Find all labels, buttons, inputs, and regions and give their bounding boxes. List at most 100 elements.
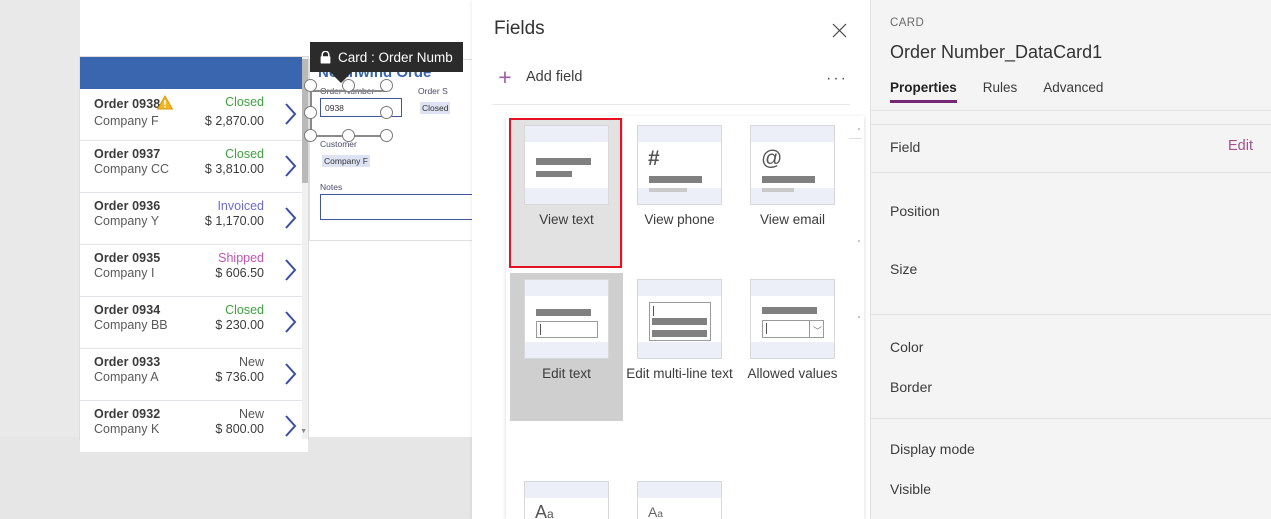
control-option-font-a[interactable]: Aa: [510, 475, 623, 519]
control-option-view-text[interactable]: View text: [510, 119, 623, 267]
app-preview-frame: Order 0938 Closed Company F $ 2,870.00 Order…: [80, 57, 308, 453]
border-label: Border: [890, 379, 933, 395]
resize-handle-s[interactable]: [342, 129, 355, 142]
properties-panel: CARD Order Number_DataCard1 Properties R…: [870, 0, 1271, 519]
hash-icon: #: [637, 125, 722, 205]
gallery-item[interactable]: Order 0938 Closed Company F $ 2,870.00: [80, 89, 308, 141]
control-name: Order Number_DataCard1: [890, 42, 1103, 62]
font-size-icon-a: Aa: [524, 481, 609, 519]
field-input-notes[interactable]: [320, 194, 485, 220]
form-column-left: Order Number 0938 Customer Company F Not…: [310, 78, 485, 220]
tab-advanced[interactable]: Advanced: [1043, 80, 1103, 103]
field-value-order-status: Closed: [420, 102, 451, 114]
control-option-edit-text[interactable]: Edit text: [510, 273, 623, 421]
control-type-gallery[interactable]: View text # View phone @ View email Edit…: [506, 116, 864, 519]
card-tooltip: Card : Order Numb: [310, 42, 463, 72]
gallery-company: Company K: [94, 422, 160, 436]
scroll-down-arrow[interactable]: ▼: [300, 428, 307, 435]
gallery-company: Company I: [94, 266, 155, 280]
control-option-edit-multiline-text[interactable]: Edit multi-line text: [623, 273, 736, 421]
resize-handle-sw[interactable]: [304, 129, 317, 142]
plus-icon: +: [498, 63, 512, 90]
form-card-preview: Northwind Orde Order Number 0938 Custome…: [310, 60, 485, 240]
edit-text-icon: [524, 279, 609, 359]
field-label-notes: Notes: [320, 182, 343, 192]
font-size-icon-b: Aa: [637, 481, 722, 519]
tab-rules[interactable]: Rules: [983, 80, 1018, 103]
app-preview-header: [80, 57, 308, 89]
control-label: View phone: [644, 212, 715, 227]
chevron-right-icon[interactable]: [284, 206, 300, 232]
field-row-label: Field: [890, 139, 921, 155]
tab-properties[interactable]: Properties: [890, 80, 957, 103]
field-edit-link[interactable]: Edit: [1228, 138, 1253, 154]
properties-tabs: Properties Rules Advanced: [890, 80, 1103, 103]
gallery-order-number: Order 0935: [94, 251, 161, 265]
gallery-item[interactable]: Order 0937 Closed Company CC $ 3,810.00: [80, 141, 308, 193]
field-input-order-status[interactable]: Closed: [418, 98, 478, 117]
position-label: Position: [890, 203, 940, 219]
resize-handle-e[interactable]: [380, 106, 393, 119]
size-label: Size: [890, 261, 918, 277]
gallery-item[interactable]: Order 0935 Shipped Company I $ 606.50: [80, 245, 308, 297]
chevron-right-icon[interactable]: [284, 258, 300, 284]
control-option-view-email[interactable]: @ View email: [736, 119, 849, 267]
control-option-font-b[interactable]: Aa: [623, 475, 736, 519]
color-label: Color: [890, 339, 924, 355]
chevron-right-icon[interactable]: [284, 310, 300, 336]
app-root: Order 0938 Closed Company F $ 2,870.00 Order…: [0, 0, 1271, 519]
control-label: View email: [759, 212, 826, 227]
dropdown-icon: ﹀: [750, 279, 835, 359]
gallery-scroll-track[interactable]: [849, 120, 862, 515]
visible-label: Visible: [890, 481, 931, 497]
chevron-right-icon[interactable]: [284, 362, 300, 388]
add-field-button[interactable]: + Add field: [494, 63, 583, 90]
control-type-kicker: CARD: [890, 17, 925, 29]
gallery-order-number: Order 0937: [94, 147, 161, 161]
edit-multiline-icon: [637, 279, 722, 359]
control-label: View text: [539, 212, 594, 227]
resize-handle-nw[interactable]: [304, 79, 317, 92]
field-input-customer[interactable]: Company F: [320, 151, 485, 170]
gallery-company: Company A: [94, 370, 159, 384]
gallery-order-number: Order 0936: [94, 199, 161, 213]
chevron-right-icon[interactable]: [284, 102, 300, 128]
resize-handle-ne[interactable]: [380, 79, 393, 92]
view-text-icon: [524, 125, 609, 205]
card-tooltip-text: Card : Order Numb: [338, 49, 453, 65]
fields-panel-title: Fields: [494, 18, 545, 39]
order-gallery[interactable]: Order 0938 Closed Company F $ 2,870.00 Order…: [80, 89, 308, 453]
resize-handle-se[interactable]: [380, 129, 393, 142]
gallery-company: Company Y: [94, 214, 160, 228]
gallery-item[interactable]: Order 0934 Closed Company BB $ 230.00: [80, 297, 308, 349]
gallery-item[interactable]: Order 0933 New Company A $ 736.00: [80, 349, 308, 401]
control-label: Allowed values: [747, 366, 838, 381]
gallery-scroll-thumb[interactable]: [302, 59, 308, 183]
tabs-underline: [871, 110, 1271, 111]
gallery-company: Company BB: [94, 318, 168, 332]
lock-icon: [320, 50, 331, 64]
gallery-company: Company F: [94, 114, 159, 128]
gallery-item[interactable]: Order 0936 Invoiced Company Y $ 1,170.00: [80, 193, 308, 245]
control-label: Edit text: [542, 366, 591, 381]
fields-panel-divider: [492, 104, 850, 105]
display-mode-label: Display mode: [890, 441, 975, 457]
add-field-label: Add field: [526, 69, 583, 85]
gallery-order-number: Order 0938: [94, 94, 174, 113]
canvas-left-gutter: [0, 0, 80, 437]
close-icon[interactable]: [826, 17, 852, 43]
gallery-order-number: Order 0932: [94, 407, 161, 421]
at-icon: @: [750, 125, 835, 205]
control-label: Edit multi-line text: [626, 366, 733, 381]
gallery-order-number: Order 0933: [94, 355, 161, 369]
gallery-item[interactable]: Order 0932 New Company K $ 800.00: [80, 401, 308, 453]
gallery-company: Company CC: [94, 162, 170, 176]
chevron-right-icon[interactable]: [284, 154, 300, 180]
warning-icon: [157, 94, 174, 113]
field-value-customer: Company F: [322, 155, 370, 167]
control-option-view-phone[interactable]: # View phone: [623, 119, 736, 267]
chevron-right-icon[interactable]: [284, 414, 300, 440]
ellipsis-icon[interactable]: ···: [826, 70, 848, 88]
control-option-allowed-values[interactable]: ﹀ Allowed values: [736, 273, 849, 421]
resize-handle-w[interactable]: [304, 106, 317, 119]
